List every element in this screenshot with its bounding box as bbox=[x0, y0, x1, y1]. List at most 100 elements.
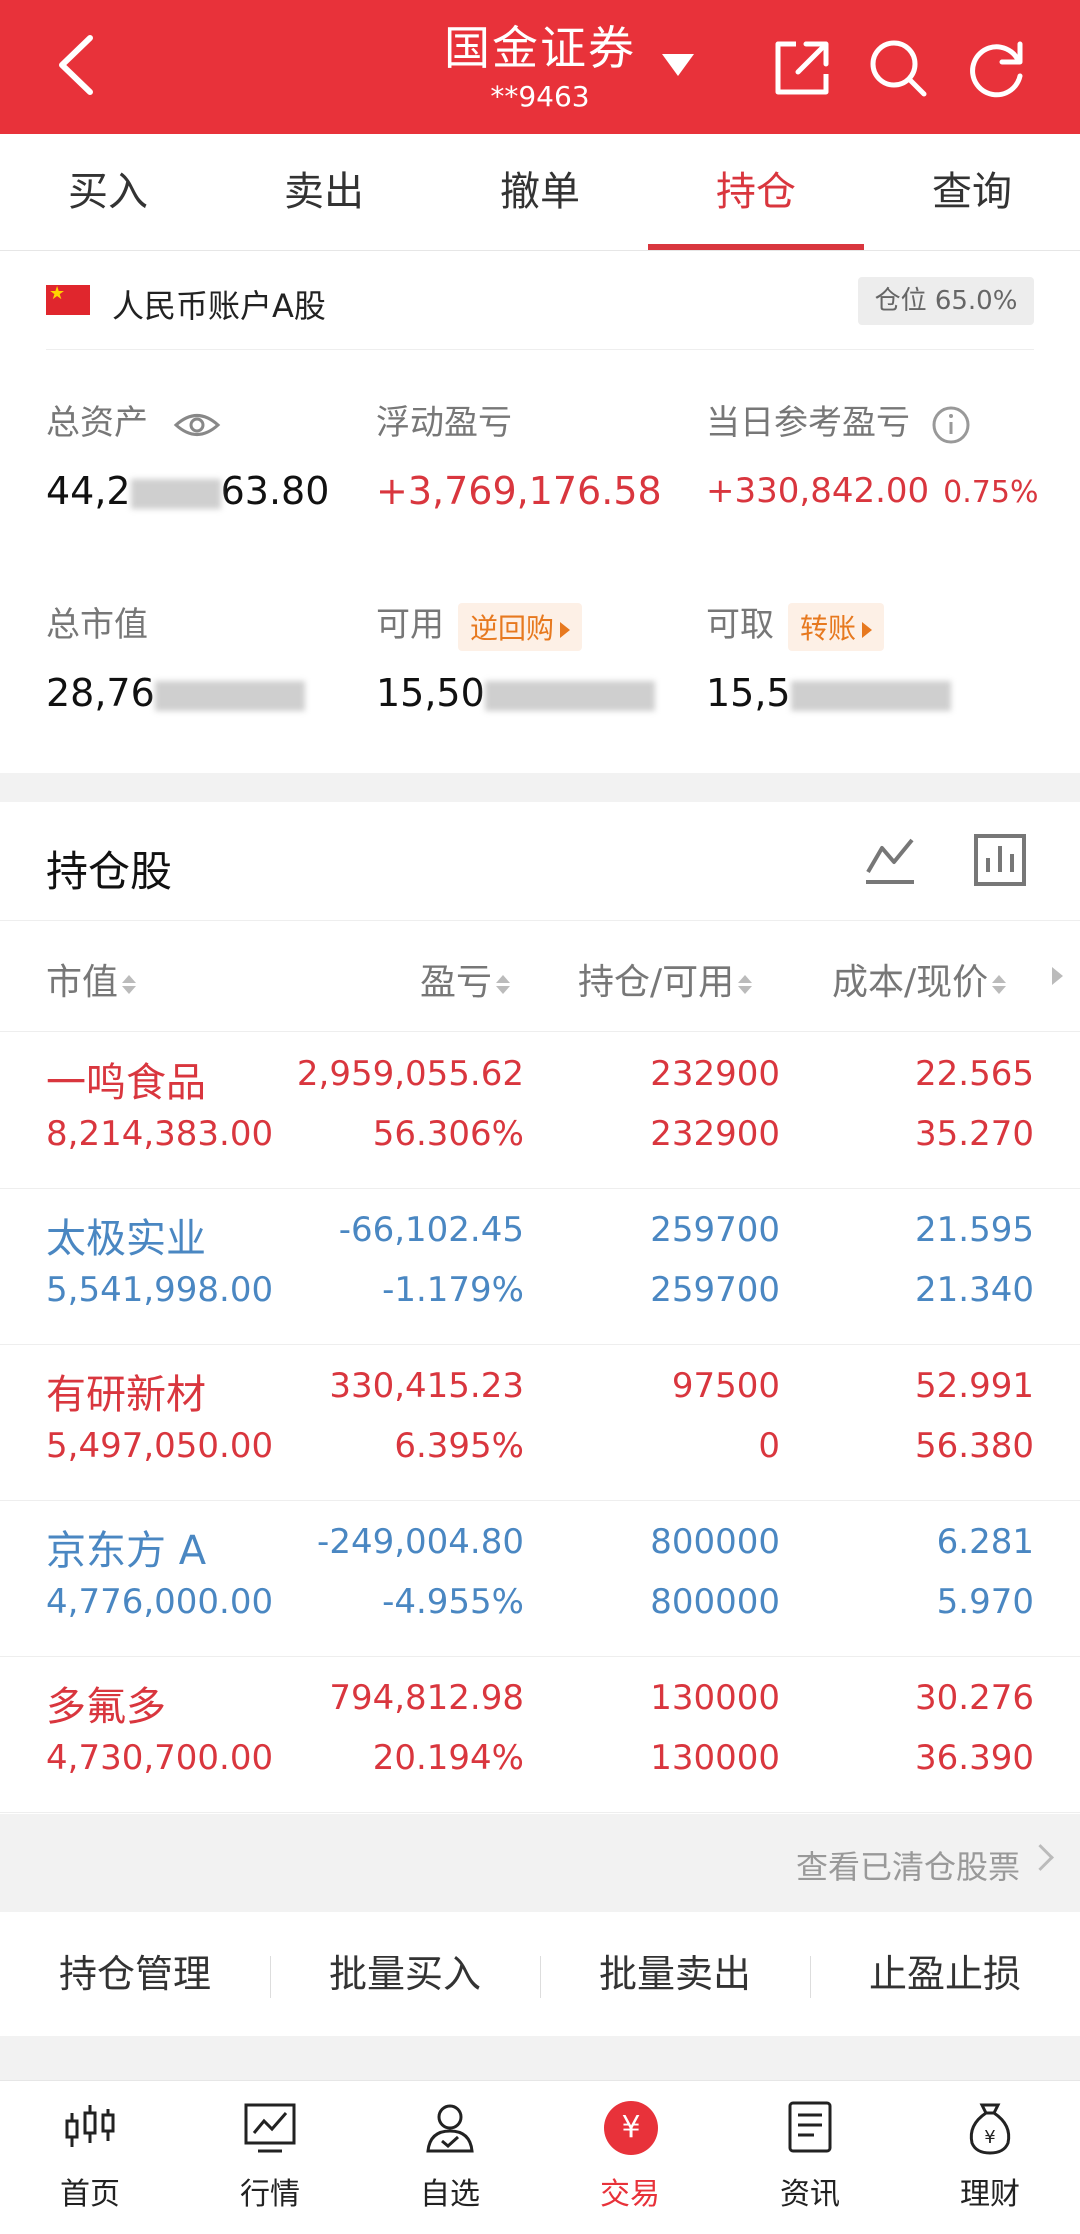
stock-position: 97500 bbox=[671, 1366, 780, 1406]
tab-cancel[interactable]: 撤单 bbox=[432, 134, 648, 250]
share-icon[interactable] bbox=[770, 36, 834, 100]
line-chart-icon[interactable] bbox=[862, 832, 918, 888]
tab-buy[interactable]: 买入 bbox=[0, 134, 216, 250]
table-row[interactable]: 一鸣食品 8,214,383.00 2,959,055.62 56.306% 23290… bbox=[0, 1032, 1080, 1189]
column-cost-price[interactable]: 成本/现价 bbox=[832, 953, 1007, 1005]
account-switch-icon[interactable] bbox=[662, 54, 694, 76]
candlestick-icon bbox=[65, 2105, 115, 2147]
floating-pl-value: +3,769,176.58 bbox=[376, 469, 662, 513]
stock-pl: 2,959,055.62 bbox=[296, 1054, 524, 1094]
chart-icon bbox=[244, 2103, 296, 2153]
cleared-stocks-text: 查看已清仓股票 bbox=[795, 1848, 1020, 1886]
divider bbox=[46, 349, 1034, 350]
withdrawable-value: 15,5 bbox=[706, 671, 951, 715]
batch-buy-button[interactable]: 批量买入 bbox=[270, 1912, 540, 2036]
stock-pl-pct: 6.395% bbox=[394, 1426, 524, 1466]
refresh-icon[interactable] bbox=[964, 36, 1028, 100]
stock-price: 5.970 bbox=[936, 1582, 1034, 1622]
column-market-value[interactable]: 市值 bbox=[46, 953, 137, 1005]
stock-pl-pct: 20.194% bbox=[372, 1738, 524, 1778]
stock-pl-pct: -1.179% bbox=[382, 1270, 524, 1310]
china-flag-icon: ★ bbox=[46, 283, 90, 315]
stock-pl: 794,812.98 bbox=[329, 1678, 524, 1718]
bottom-nav: 首页 行情 自选 ¥ 交易 资讯 ¥ 理财 bbox=[0, 2080, 1080, 2234]
stock-pl-pct: -4.955% bbox=[382, 1582, 524, 1622]
stock-price: 56.380 bbox=[915, 1426, 1034, 1466]
stock-market-value: 4,730,700.00 bbox=[46, 1738, 274, 1778]
nav-market[interactable]: 行情 bbox=[180, 2081, 360, 2234]
stock-cost: 21.595 bbox=[915, 1210, 1034, 1250]
batch-sell-button[interactable]: 批量卖出 bbox=[540, 1912, 810, 2036]
sort-icon bbox=[122, 974, 137, 994]
total-assets-label: 总资产 bbox=[46, 395, 221, 444]
cleared-stocks-link[interactable]: 查看已清仓股票 bbox=[0, 1814, 1080, 1912]
take-profit-stop-loss-button[interactable]: 止盈止损 bbox=[810, 1912, 1080, 2036]
stock-name: 有研新材 bbox=[46, 1372, 206, 1418]
stock-cost: 22.565 bbox=[915, 1054, 1034, 1094]
stock-cost: 30.276 bbox=[915, 1678, 1034, 1718]
reverse-repo-button[interactable]: 逆回购 bbox=[458, 602, 583, 651]
eye-icon[interactable] bbox=[173, 410, 221, 440]
stock-name: 多氟多 bbox=[46, 1684, 166, 1730]
column-position[interactable]: 持仓/可用 bbox=[578, 953, 753, 1005]
account-type-label: 人民币账户A股 bbox=[112, 287, 326, 325]
moneybag-icon: ¥ bbox=[969, 2103, 1011, 2155]
scroll-right-icon[interactable] bbox=[1052, 967, 1063, 985]
stock-pl: 330,415.23 bbox=[329, 1366, 524, 1406]
stock-position: 130000 bbox=[650, 1678, 780, 1718]
trade-tabs: 买入 卖出 撤单 持仓 查询 bbox=[0, 134, 1080, 251]
top-bar: 国金证券 **9463 bbox=[0, 0, 1080, 134]
holdings-title: 持仓股 bbox=[46, 847, 173, 896]
active-tab-indicator bbox=[648, 244, 864, 250]
stock-available: 232900 bbox=[650, 1114, 780, 1154]
market-value-value: 28,76 bbox=[46, 671, 305, 715]
table-row[interactable]: 京东方 A 4,776,000.00 -249,004.80 -4.955% 80000… bbox=[0, 1500, 1080, 1657]
masked-digits bbox=[130, 478, 221, 509]
stock-name: 一鸣食品 bbox=[46, 1060, 206, 1106]
transfer-button[interactable]: 转账 bbox=[788, 602, 885, 651]
position-manage-button[interactable]: 持仓管理 bbox=[0, 1912, 270, 2036]
masked-digits bbox=[790, 680, 951, 711]
stock-name: 太极实业 bbox=[46, 1216, 206, 1262]
nav-wealth[interactable]: ¥ 理财 bbox=[900, 2081, 1080, 2234]
nav-watchlist[interactable]: 自选 bbox=[360, 2081, 540, 2234]
stock-available: 130000 bbox=[650, 1738, 780, 1778]
stock-available: 259700 bbox=[650, 1270, 780, 1310]
user-check-icon bbox=[426, 2104, 474, 2153]
stock-available: 0 bbox=[758, 1426, 780, 1466]
today-pl-value: +330,842.00 0.75% bbox=[706, 471, 1039, 511]
bar-chart-icon[interactable] bbox=[972, 832, 1028, 888]
svg-text:¥: ¥ bbox=[984, 2127, 995, 2148]
tab-query[interactable]: 查询 bbox=[864, 134, 1080, 250]
table-row[interactable]: 太极实业 5,541,998.00 -66,102.45 -1.179% 259700 2… bbox=[0, 1188, 1080, 1345]
table-row[interactable]: 多氟多 4,730,700.00 794,812.98 20.194% 130000 13… bbox=[0, 1656, 1080, 1813]
nav-home[interactable]: 首页 bbox=[0, 2081, 180, 2234]
market-value-label: 总市值 bbox=[46, 605, 148, 645]
position-ratio-badge: 仓位 65.0% bbox=[858, 277, 1034, 325]
sort-icon bbox=[496, 974, 511, 994]
tab-sell[interactable]: 卖出 bbox=[216, 134, 432, 250]
stock-market-value: 4,776,000.00 bbox=[46, 1582, 274, 1622]
column-pl[interactable]: 盈亏 bbox=[420, 953, 511, 1005]
tab-positions[interactable]: 持仓 bbox=[648, 134, 864, 250]
stock-pl: -66,102.45 bbox=[338, 1210, 524, 1250]
holdings-column-header: 市值 盈亏 持仓/可用 成本/现价 bbox=[0, 920, 1080, 1032]
document-icon bbox=[788, 2101, 832, 2153]
stock-price: 21.340 bbox=[915, 1270, 1034, 1310]
stock-position: 800000 bbox=[650, 1522, 780, 1562]
info-icon[interactable] bbox=[931, 405, 971, 445]
table-row[interactable]: 有研新材 5,497,050.00 330,415.23 6.395% 97500 0 52… bbox=[0, 1344, 1080, 1501]
masked-digits bbox=[484, 680, 655, 711]
total-assets-value: 44,2 63.80 bbox=[46, 469, 330, 513]
search-icon[interactable] bbox=[866, 36, 930, 100]
stock-pl: -249,004.80 bbox=[317, 1522, 524, 1562]
nav-trade[interactable]: ¥ 交易 bbox=[540, 2081, 720, 2234]
withdrawable-label: 可取 转账 bbox=[706, 597, 885, 651]
account-summary: ★ 人民币账户A股 仓位 65.0% 总资产 44,2 63.80 浮动盈亏 +3… bbox=[0, 251, 1080, 773]
stock-market-value: 5,497,050.00 bbox=[46, 1426, 274, 1466]
floating-pl-label: 浮动盈亏 bbox=[376, 403, 512, 443]
stock-market-value: 8,214,383.00 bbox=[46, 1114, 274, 1154]
stock-pl-pct: 56.306% bbox=[372, 1114, 524, 1154]
nav-news[interactable]: 资讯 bbox=[720, 2081, 900, 2234]
holdings-section: 持仓股 市值 盈亏 持仓/可用 成本/现价 一鸣食品 8,214,383.00 2,… bbox=[0, 802, 1080, 1814]
